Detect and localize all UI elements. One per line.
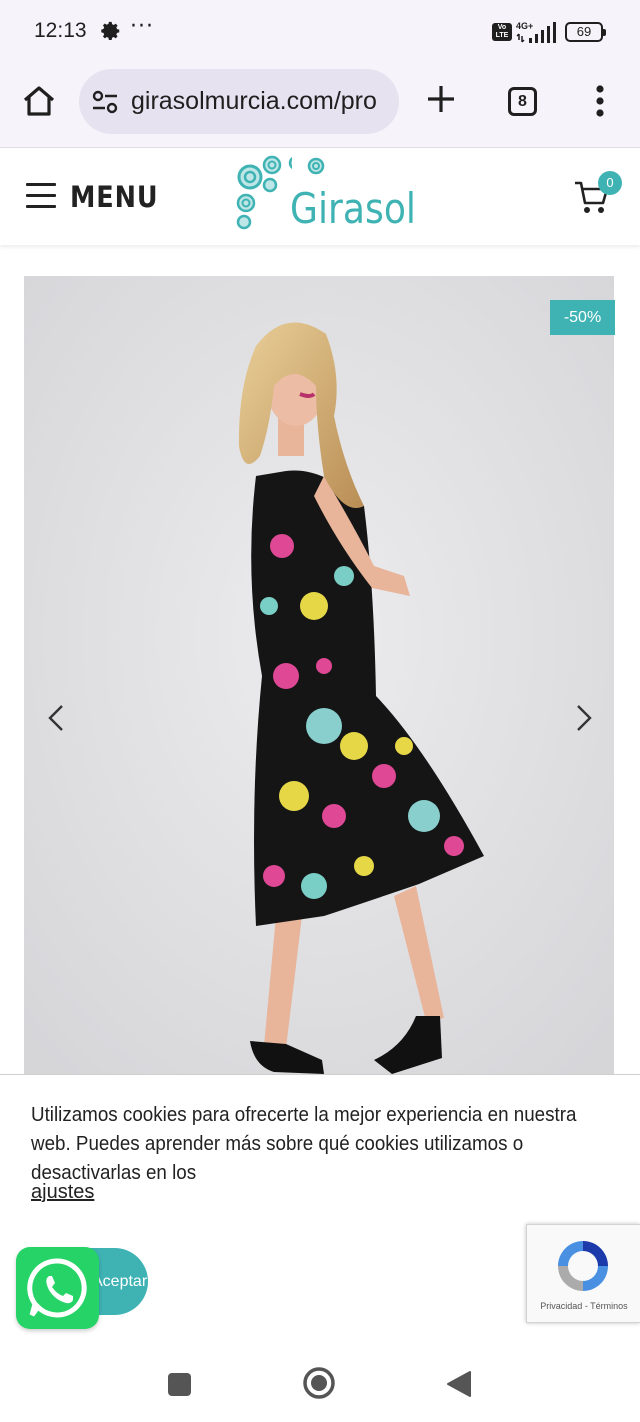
logo-dot-icon — [307, 157, 325, 175]
menu-button[interactable]: MENU — [70, 180, 158, 214]
site-logo[interactable]: Girasol — [232, 155, 416, 239]
recaptcha-badge[interactable]: Privacidad - Términos — [526, 1224, 640, 1323]
recaptcha-links: Privacidad - Términos — [527, 1301, 640, 1311]
cookie-message: Utilizamos cookies para ofrecerte la mej… — [31, 1104, 577, 1184]
recent-apps-icon[interactable] — [168, 1373, 191, 1396]
chevron-right-icon[interactable] — [570, 703, 596, 733]
gear-icon — [101, 21, 120, 40]
whatsapp-icon — [27, 1258, 87, 1318]
recaptcha-icon — [558, 1241, 608, 1291]
address-bar[interactable]: girasolmurcia.com/pro — [79, 69, 399, 134]
browser-toolbar: girasolmurcia.com/pro 8 — [0, 64, 640, 148]
whatsapp-button[interactable] — [16, 1247, 99, 1329]
signal-icon: 4G+ — [516, 21, 556, 43]
new-tab-icon[interactable] — [424, 82, 458, 116]
tab-switcher-button[interactable]: 8 — [508, 87, 537, 116]
logo-circles-icon — [236, 155, 292, 230]
chevron-left-icon[interactable] — [44, 703, 70, 733]
recaptcha-separator: - — [582, 1301, 591, 1311]
system-home-icon[interactable] — [302, 1366, 336, 1400]
discount-badge: -50% — [550, 300, 615, 335]
cookie-settings-link[interactable]: ajustes — [31, 1181, 94, 1204]
battery-icon: 69 — [565, 22, 606, 42]
volte-icon: Vo LTE — [492, 23, 512, 41]
svg-text:4G+: 4G+ — [516, 21, 533, 31]
status-bar: 12:13 ··· Vo LTE 4G+ 69 — [0, 0, 640, 64]
site-header: MENU Girasol 0 — [0, 149, 640, 245]
more-notifications-icon: ··· — [130, 14, 154, 39]
back-icon[interactable] — [446, 1370, 472, 1398]
site-settings-icon[interactable] — [92, 90, 118, 114]
recaptcha-terms-link[interactable]: Términos — [590, 1301, 628, 1311]
product-image[interactable] — [24, 276, 614, 1076]
product-photo — [24, 276, 614, 1076]
recaptcha-privacy-link[interactable]: Privacidad — [540, 1301, 582, 1311]
logo-text: Girasol — [290, 184, 416, 233]
hamburger-icon[interactable] — [26, 183, 56, 209]
status-time: 12:13 — [34, 19, 87, 42]
home-icon[interactable] — [18, 80, 60, 122]
url-text[interactable]: girasolmurcia.com/pro — [131, 87, 377, 116]
overflow-menu-icon[interactable] — [590, 84, 610, 118]
system-nav-bar — [0, 1344, 640, 1422]
cart-count-badge: 0 — [598, 171, 622, 195]
cookie-link-suffix: . — [87, 1181, 93, 1203]
